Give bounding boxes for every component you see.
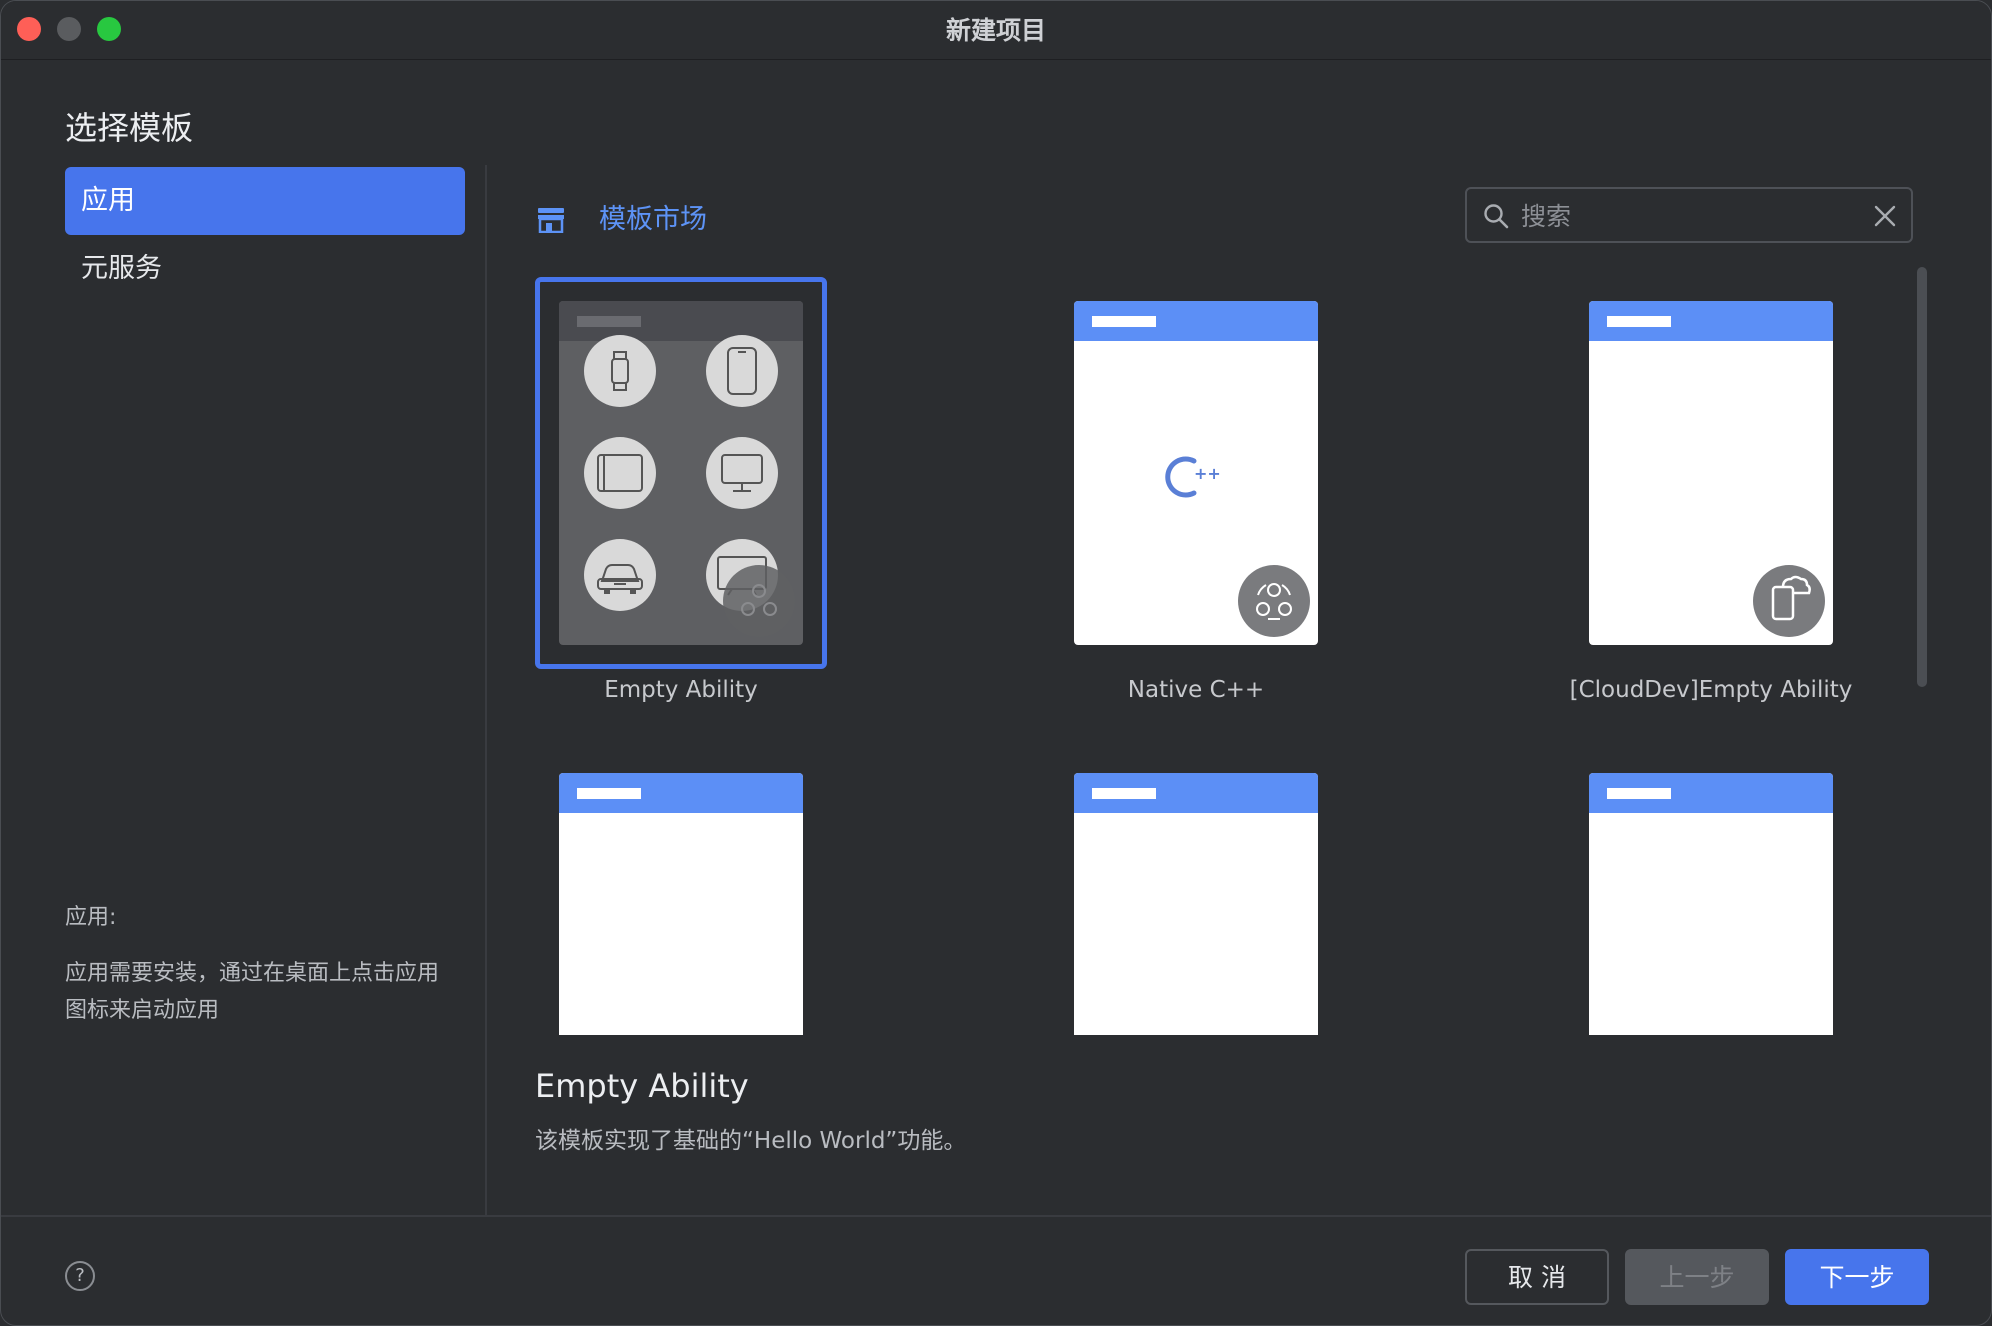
monitor-icon [706, 437, 778, 509]
thumbnail-header [1074, 301, 1318, 341]
store-icon [538, 208, 564, 233]
clear-icon[interactable] [1873, 204, 1897, 228]
thumbnail-header [1589, 773, 1833, 813]
framework-badge-icon [723, 565, 795, 637]
next-button[interactable]: 下一步 [1785, 1249, 1929, 1305]
template-thumbnail [559, 773, 803, 1035]
search-input[interactable] [1519, 195, 1863, 237]
grid-scrollbar[interactable] [1917, 267, 1927, 687]
cloud-phone-icon [1753, 565, 1825, 637]
template-card[interactable] [1050, 739, 1350, 1035]
template-thumbnail [1589, 301, 1833, 645]
svg-text:++: ++ [1194, 464, 1221, 483]
cancel-button[interactable]: 取 消 [1465, 1249, 1609, 1305]
template-label: Empty Ability [604, 677, 758, 703]
template-label: Native C++ [1127, 677, 1265, 703]
template-card-empty-ability[interactable]: Empty Ability [535, 267, 835, 707]
template-card-native-cpp[interactable]: ++ Native C++ [1050, 267, 1350, 707]
template-thumbnail [559, 301, 803, 645]
search-icon [1484, 204, 1509, 229]
template-thumbnail [1589, 773, 1833, 1035]
template-card[interactable] [535, 739, 835, 1035]
sidebar-item-atomic-service[interactable]: 元服务 [65, 235, 465, 303]
search-box [1465, 187, 1913, 243]
watch-icon [584, 335, 656, 407]
selected-template-title: Empty Ability [535, 1067, 749, 1105]
template-grid: Empty Ability ++ Native C++ [CloudDev]Em… [521, 257, 1901, 1035]
template-thumbnail: ++ [1074, 301, 1318, 645]
thumbnail-header [1589, 301, 1833, 341]
title-bar: 新建项目 [1, 1, 1991, 60]
tablet-icon [584, 437, 656, 509]
window-title: 新建项目 [945, 16, 1046, 45]
template-market-link[interactable]: 模板市场 [599, 197, 707, 236]
category-description-text: 应用需要安装，通过在桌面上点击应用图标来启动应用 [65, 961, 440, 1023]
template-thumbnail [1074, 773, 1318, 1035]
template-card-clouddev-empty-ability[interactable]: [CloudDev]Empty Ability [1565, 267, 1865, 707]
selected-template-description: 该模板实现了基础的“Hello World”功能。 [535, 1128, 967, 1154]
template-card[interactable] [1565, 739, 1865, 1035]
select-template-heading: 选择模板 [65, 109, 194, 147]
footer-divider [1, 1215, 1991, 1217]
cpp-icon: ++ [1165, 456, 1221, 498]
car-icon [584, 539, 656, 611]
new-project-dialog: 新建项目 选择模板 应用 元服务 应用: 应用需要安装，通过在桌面上点击应用图标… [0, 0, 1992, 1326]
template-label: [CloudDev]Empty Ability [1569, 677, 1853, 703]
sidebar-item-application[interactable]: 应用 [65, 167, 465, 235]
help-icon[interactable]: ? [65, 1261, 95, 1291]
framework-badge-icon [1238, 565, 1310, 637]
category-description-label: 应用: [65, 905, 117, 930]
vertical-divider [485, 165, 487, 1215]
thumbnail-header [559, 773, 803, 813]
previous-button[interactable]: 上一步 [1625, 1249, 1769, 1305]
thumbnail-header [1074, 773, 1318, 813]
phone-icon [706, 335, 778, 407]
